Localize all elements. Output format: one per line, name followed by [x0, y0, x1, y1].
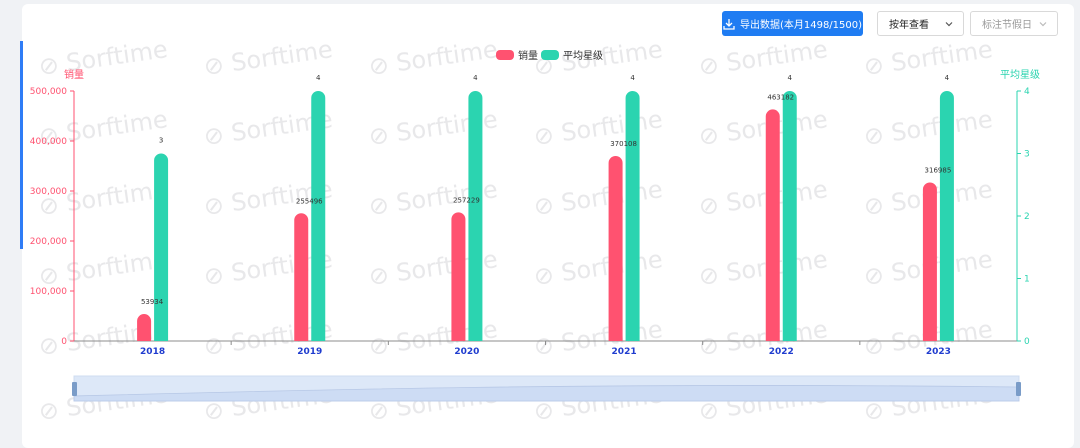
watermark-text: ⊘ Sorftime	[532, 315, 664, 361]
y-left-tick-label: 500,000	[30, 87, 67, 97]
data-label-rating: 3	[159, 137, 163, 145]
bar-sales	[451, 212, 466, 341]
bar-sales	[765, 109, 780, 342]
watermark-text: ⊘ Sorftime	[202, 35, 334, 81]
watermark-text: ⊘ Sorftime	[37, 245, 169, 291]
x-axis-category-label: 2022	[769, 347, 794, 357]
sales-rating-chart: ⊘ Sorftime ⊘ Sorftime ⊘ Sorftime ⊘ Sorftime…	[30, 35, 1040, 426]
watermark-text: ⊘ Sorftime	[697, 105, 829, 151]
watermark-text: ⊘ Sorftime	[697, 175, 829, 221]
x-axis-category-label: 2019	[297, 347, 322, 357]
data-label-sales: 255496	[296, 197, 323, 205]
watermark-text: ⊘ Sorftime	[532, 105, 664, 151]
y-left-tick-label: 100,000	[30, 287, 67, 297]
bar-rating	[468, 91, 483, 342]
bar-rating	[782, 91, 797, 342]
bar-sales	[608, 155, 623, 341]
watermark-text: ⊘ Sorftime	[862, 105, 994, 151]
watermark-text: ⊘ Sorftime	[697, 35, 829, 81]
watermark-text: ⊘ Sorftime	[532, 245, 664, 291]
data-label-sales: 257229	[453, 196, 480, 204]
y-right-tick-label: 4	[1024, 87, 1030, 97]
data-label-rating: 4	[945, 74, 950, 82]
watermark-text: ⊘ Sorftime	[697, 315, 829, 361]
y-left-tick-label: 300,000	[30, 187, 67, 197]
data-label-sales: 316985	[925, 167, 952, 175]
data-label-rating: 4	[473, 74, 478, 82]
bar-rating	[154, 153, 169, 341]
watermark-text: ⊘ Sorftime	[37, 175, 169, 221]
legend-swatch-rating	[541, 50, 559, 60]
x-axis-category-label: 2023	[926, 347, 951, 357]
y-right-tick-label: 1	[1024, 275, 1030, 285]
y-right-tick-label: 3	[1024, 150, 1030, 160]
data-label-rating: 4	[630, 74, 635, 82]
watermark-text: ⊘ Sorftime	[862, 35, 994, 81]
x-axis-category-label: 2021	[612, 347, 637, 357]
zoom-slider-handle-left[interactable]	[72, 382, 77, 396]
zoom-slider-handle-right[interactable]	[1016, 382, 1021, 396]
legend-label-rating: 平均星级	[563, 50, 603, 62]
y-right-tick-label: 2	[1024, 212, 1030, 222]
y-axis-right-name: 平均星级	[1000, 69, 1040, 81]
data-label-rating: 4	[316, 74, 321, 82]
y-left-tick-label: 200,000	[30, 237, 67, 247]
x-axis-category-label: 2020	[454, 347, 479, 357]
data-label-sales: 463182	[767, 93, 794, 101]
y-right-tick-label: 0	[1024, 337, 1030, 347]
watermark-text: ⊘ Sorftime	[532, 175, 664, 221]
watermark-text: ⊘ Sorftime	[697, 245, 829, 291]
data-label-rating: 4	[788, 74, 793, 82]
bar-sales	[294, 213, 309, 341]
bar-rating	[311, 91, 326, 342]
data-label-sales: 370108	[610, 140, 637, 148]
y-left-tick-label: 0	[61, 337, 67, 347]
bar-rating	[625, 91, 640, 342]
data-label-sales: 53934	[141, 298, 164, 306]
bar-rating	[939, 91, 954, 342]
bar-sales	[137, 314, 152, 341]
legend-label-sales: 销量	[518, 49, 538, 62]
legend-swatch-sales	[496, 50, 514, 60]
x-axis-category-label: 2018	[140, 347, 165, 357]
bar-sales	[922, 182, 937, 341]
watermark-text: ⊘ Sorftime	[37, 35, 169, 81]
y-axis-left-name: 销量	[64, 68, 84, 81]
watermark-text: ⊘ Sorftime	[367, 35, 499, 81]
y-left-tick-label: 400,000	[30, 137, 67, 147]
